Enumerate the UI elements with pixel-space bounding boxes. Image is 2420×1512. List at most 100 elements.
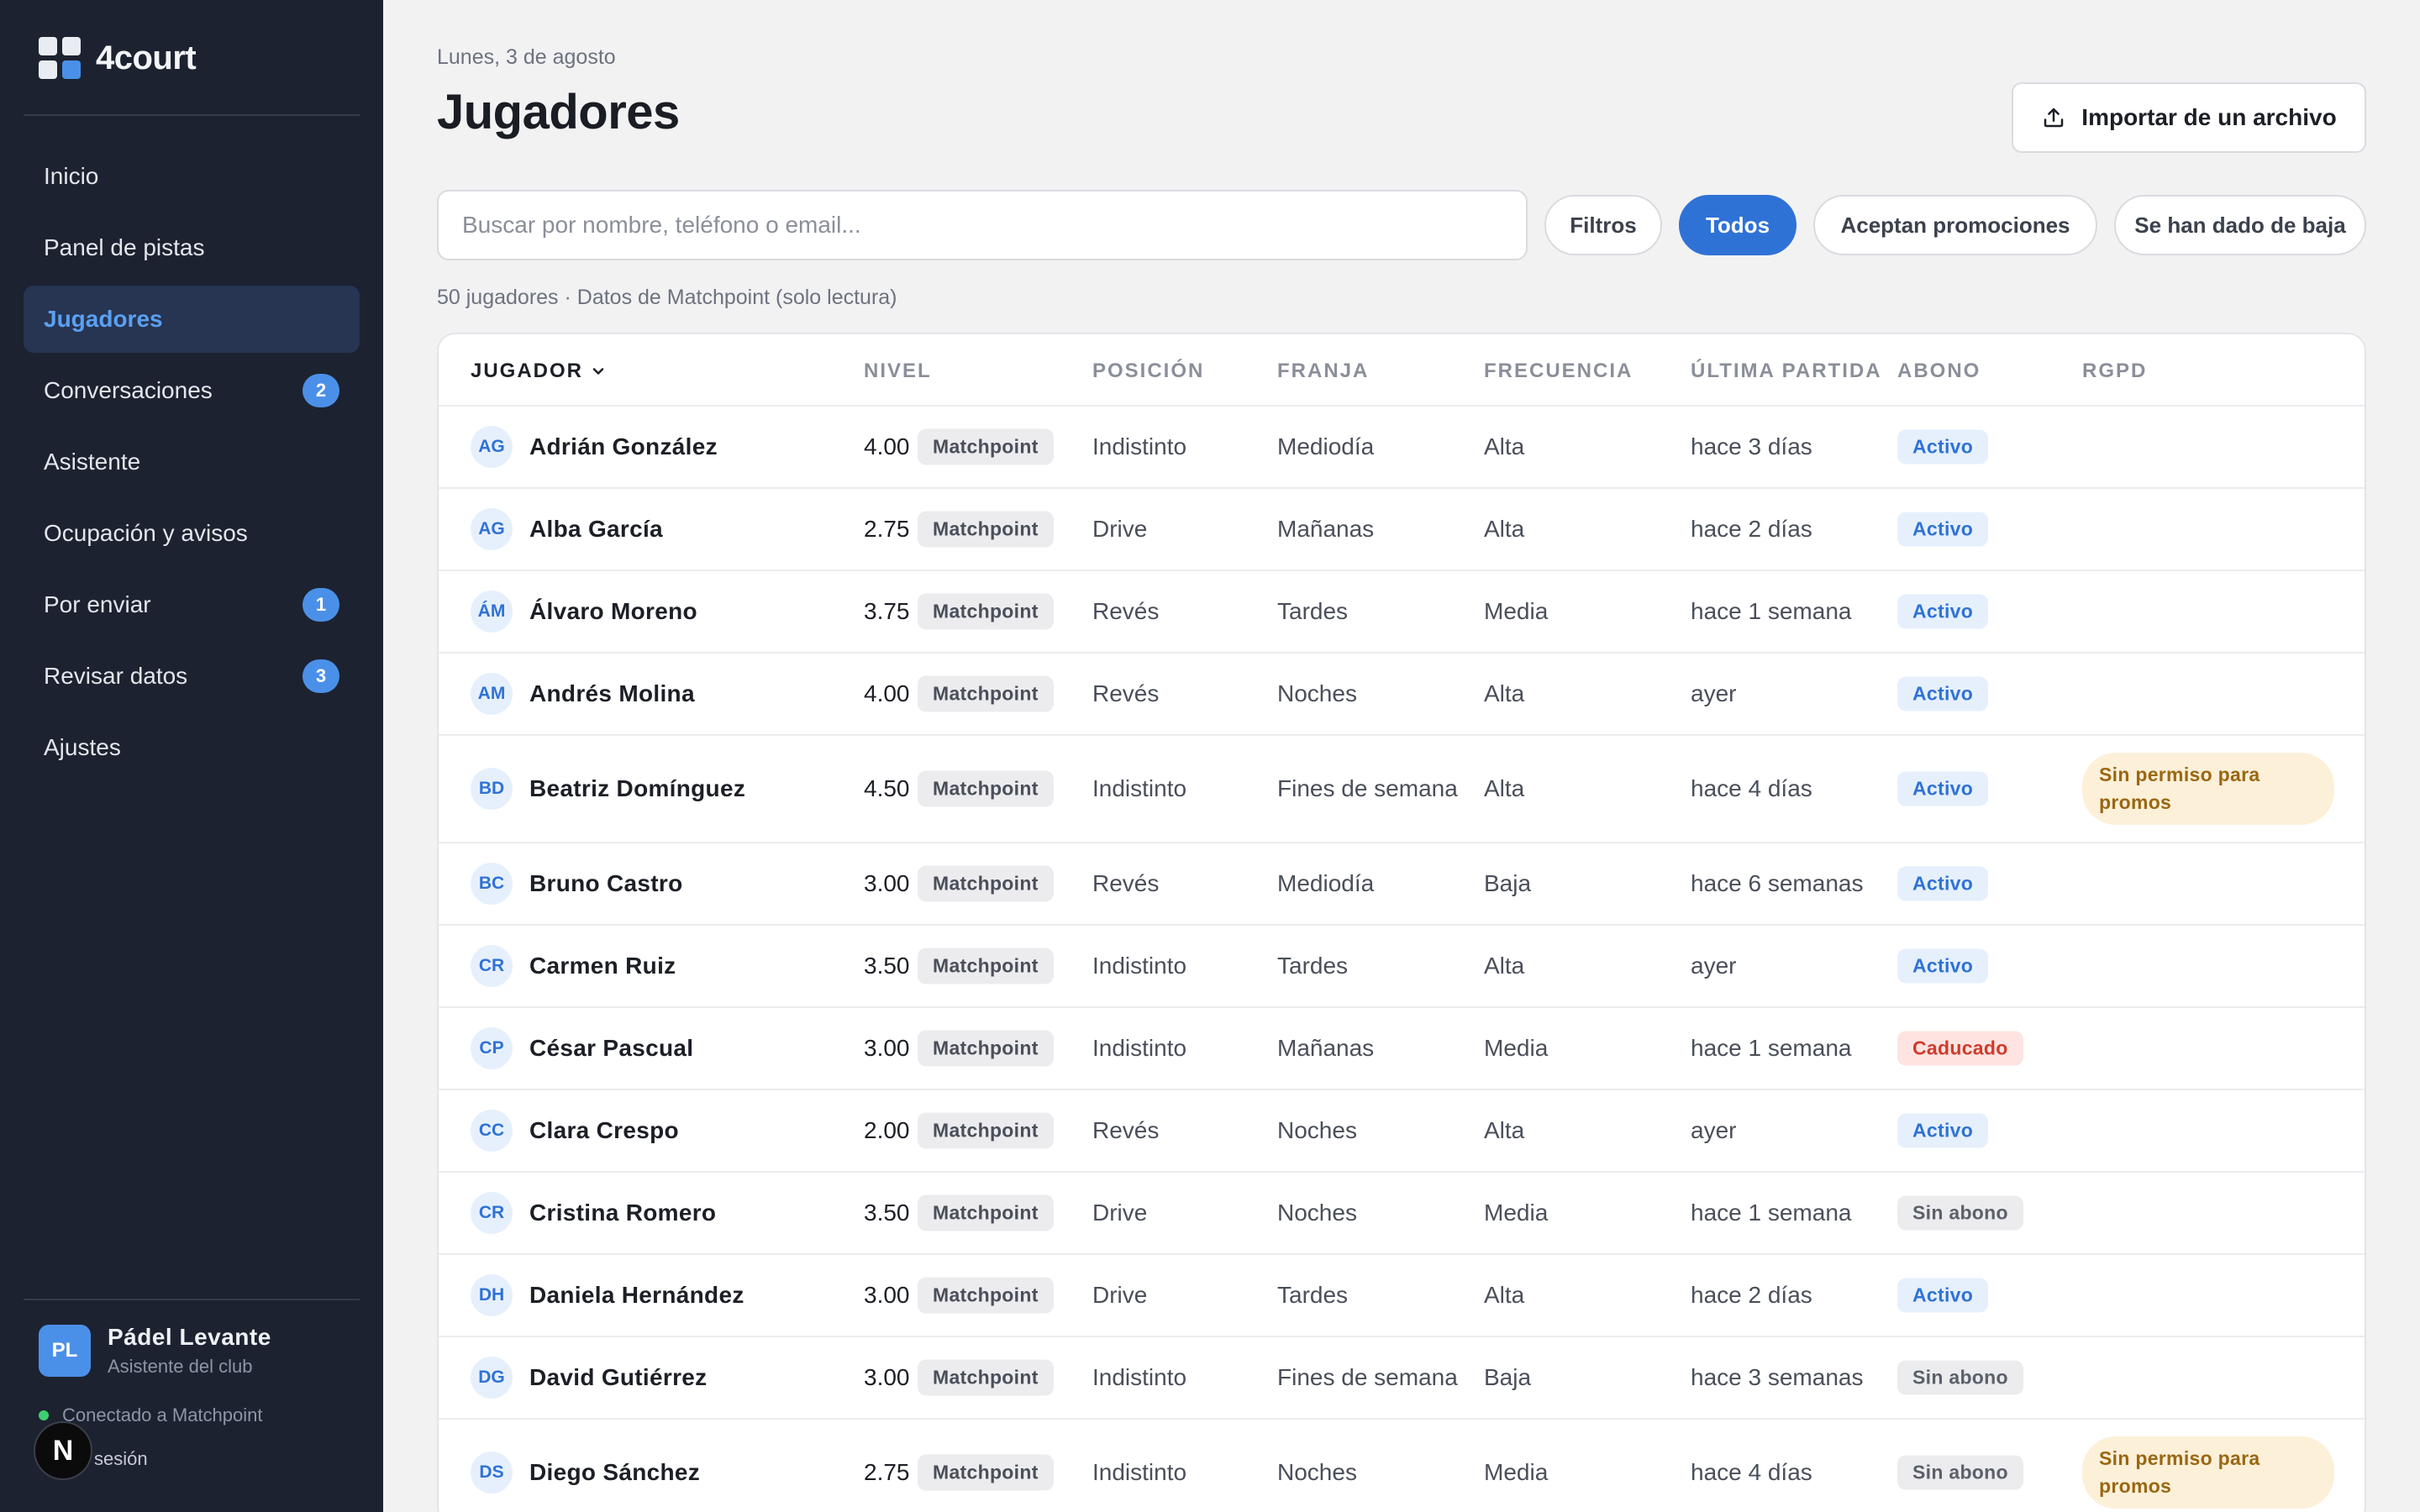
sidebar-item-jugadores[interactable]: Jugadores — [24, 286, 360, 353]
column-header-rgpd[interactable]: RGPD — [2082, 360, 2147, 383]
source-tag: Matchpoint — [918, 675, 1054, 712]
membership-status-badge: Activo — [1897, 594, 1989, 629]
membership-status-badge: Sin abono — [1897, 1360, 2023, 1395]
club-switcher[interactable]: PL Pádel Levante Asistente del club — [39, 1324, 271, 1378]
table-row[interactable]: DS Diego Sánchez 2.75 Matchpoint Indistinto N… — [439, 1420, 2365, 1512]
player-name[interactable]: Daniela Hernández — [529, 1282, 744, 1309]
player-frequency: Alta — [1484, 1282, 1525, 1308]
import-file-button[interactable]: Importar de un archivo — [2012, 82, 2366, 153]
membership-status-badge: Activo — [1897, 866, 1989, 901]
column-header-ultima-partida[interactable]: ÚLTIMA PARTIDA — [1691, 360, 1882, 383]
grid-logo-icon — [39, 37, 81, 79]
table-row[interactable]: AM Andrés Molina 4.00 Matchpoint Revés Noches… — [439, 654, 2365, 736]
table-row[interactable]: ÁM Álvaro Moreno 3.75 Matchpoint Revés Tardes… — [439, 571, 2365, 654]
table-row[interactable]: BC Bruno Castro 3.00 Matchpoint Revés Mediodí… — [439, 843, 2365, 926]
table-row[interactable]: DH Daniela Hernández 3.00 Matchpoint Drive Ta… — [439, 1255, 2365, 1337]
search-input[interactable] — [437, 190, 1528, 260]
player-slot: Fines de semana — [1277, 775, 1458, 801]
player-position: Indistinto — [1092, 433, 1187, 459]
table-row[interactable]: AG Adrián González 4.00 Matchpoint Indistint… — [439, 407, 2365, 489]
player-name[interactable]: Alba García — [529, 516, 663, 543]
table-row[interactable]: CC Clara Crespo 2.00 Matchpoint Revés Noches A… — [439, 1090, 2365, 1173]
sidebar-item-por-enviar[interactable]: Por enviar 1 — [24, 571, 360, 638]
table-row[interactable]: CR Carmen Ruiz 3.50 Matchpoint Indistinto Tar… — [439, 926, 2365, 1008]
sidebar-item-inicio[interactable]: Inicio — [24, 143, 360, 210]
sidebar-item-label: Panel de pistas — [44, 234, 205, 260]
status-dot-icon — [39, 1410, 49, 1420]
player-name[interactable]: Bruno Castro — [529, 870, 683, 897]
brand[interactable]: 4court — [39, 37, 197, 79]
column-header-abono[interactable]: ABONO — [1897, 360, 1981, 383]
player-avatar: AG — [471, 426, 513, 468]
player-slot: Noches — [1277, 680, 1357, 706]
table-row[interactable]: BD Beatriz Domínguez 4.50 Matchpoint Indisti… — [439, 736, 2365, 843]
table-row[interactable]: DG David Gutiérrez 3.00 Matchpoint Indistint… — [439, 1337, 2365, 1420]
source-tag: Matchpoint — [918, 1112, 1054, 1149]
segment-todos[interactable]: Todos — [1679, 195, 1797, 255]
column-header-jugador[interactable]: JUGADOR — [471, 360, 607, 383]
membership-status-badge: Sin abono — [1897, 1455, 2023, 1490]
player-level: 3.00 — [864, 870, 910, 896]
source-tag: Matchpoint — [918, 1277, 1054, 1314]
player-name[interactable]: César Pascual — [529, 1035, 693, 1062]
player-last-match: hace 4 días — [1691, 1459, 1812, 1485]
membership-status-badge: Activo — [1897, 429, 1989, 465]
sidebar: 4court Inicio Panel de pistas Jugadores Con… — [0, 0, 383, 1512]
club-avatar: PL — [39, 1325, 91, 1377]
count-badge: 2 — [302, 374, 339, 407]
segment-dado-de-baja[interactable]: Se han dado de baja — [2114, 195, 2366, 255]
rgpd-badge: Sin permiso para promos — [2082, 753, 2334, 825]
membership-status-badge: Activo — [1897, 676, 1989, 711]
player-level: 3.75 — [864, 598, 910, 624]
player-position: Indistinto — [1092, 1364, 1187, 1390]
segment-aceptan-promociones[interactable]: Aceptan promociones — [1813, 195, 2097, 255]
column-header-nivel[interactable]: NIVEL — [864, 360, 932, 383]
player-position: Indistinto — [1092, 1459, 1187, 1485]
sidebar-item-asistente[interactable]: Asistente — [24, 428, 360, 496]
player-last-match: ayer — [1691, 1117, 1737, 1143]
column-header-franja[interactable]: FRANJA — [1277, 360, 1369, 383]
player-last-match: hace 6 semanas — [1691, 870, 1864, 896]
player-last-match: hace 2 días — [1691, 516, 1812, 542]
player-position: Indistinto — [1092, 953, 1187, 979]
player-name[interactable]: Álvaro Moreno — [529, 598, 697, 625]
sidebar-item-label: Conversaciones — [44, 377, 213, 403]
player-avatar: BC — [471, 863, 513, 905]
table-row[interactable]: CR Cristina Romero 3.50 Matchpoint Drive Noch… — [439, 1173, 2365, 1255]
sidebar-item-ajustes[interactable]: Ajustes — [24, 714, 360, 781]
player-level: 4.00 — [864, 680, 910, 706]
player-name[interactable]: Adrián González — [529, 433, 718, 460]
sidebar-item-ocupacion-y-avisos[interactable]: Ocupación y avisos — [24, 500, 360, 567]
sidebar-item-label: Asistente — [44, 449, 141, 475]
table-row[interactable]: CP César Pascual 3.00 Matchpoint Indistinto M… — [439, 1008, 2365, 1090]
player-name[interactable]: Clara Crespo — [529, 1117, 679, 1144]
source-tag: Matchpoint — [918, 593, 1054, 630]
table-body: AG Adrián González 4.00 Matchpoint Indistint… — [439, 407, 2365, 1512]
filters-button[interactable]: Filtros — [1544, 195, 1662, 255]
table-row[interactable]: AG Alba García 2.75 Matchpoint Drive Mañanas A… — [439, 489, 2365, 571]
sidebar-item-label: Ocupación y avisos — [44, 520, 248, 546]
player-last-match: hace 2 días — [1691, 1282, 1812, 1308]
logout-link[interactable]: sesión — [94, 1448, 148, 1470]
source-tag: Matchpoint — [918, 428, 1054, 465]
player-slot: Tardes — [1277, 598, 1349, 624]
sidebar-item-panel-de-pistas[interactable]: Panel de pistas — [24, 214, 360, 281]
sidebar-item-conversaciones[interactable]: Conversaciones 2 — [24, 357, 360, 424]
player-name[interactable]: Diego Sánchez — [529, 1459, 700, 1486]
n-logo-badge[interactable]: N — [34, 1421, 92, 1480]
club-name: Pádel Levante — [108, 1324, 271, 1350]
player-name[interactable]: Carmen Ruiz — [529, 953, 676, 979]
column-header-posicion[interactable]: POSICIÓN — [1092, 360, 1204, 383]
source-tag: Matchpoint — [918, 1454, 1054, 1491]
player-name[interactable]: Andrés Molina — [529, 680, 695, 707]
player-slot: Noches — [1277, 1117, 1357, 1143]
player-name[interactable]: David Gutiérrez — [529, 1364, 707, 1391]
sidebar-item-revisar-datos[interactable]: Revisar datos 3 — [24, 643, 360, 710]
player-avatar: AG — [471, 508, 513, 550]
player-name[interactable]: Cristina Romero — [529, 1200, 716, 1226]
player-name[interactable]: Beatriz Domínguez — [529, 775, 745, 802]
player-slot: Mediodía — [1277, 870, 1375, 896]
membership-status-badge: Sin abono — [1897, 1195, 2023, 1231]
column-header-frecuencia[interactable]: FRECUENCIA — [1484, 360, 1633, 383]
player-slot: Tardes — [1277, 1282, 1349, 1308]
